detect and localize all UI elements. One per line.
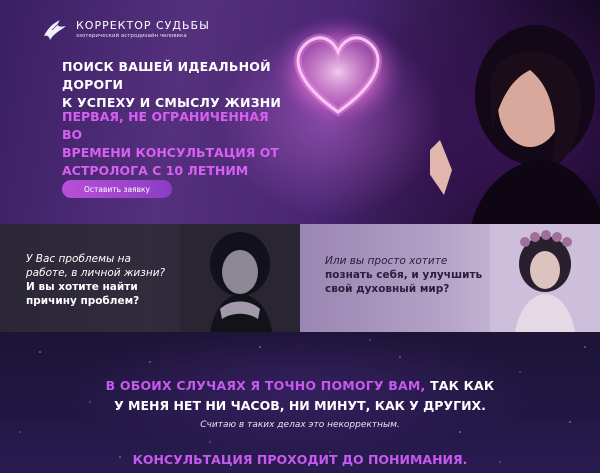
consultation-until-understanding: КОНСУЛЬТАЦИЯ ПРОХОДИТ ДО ПОНИМАНИЯ. <box>132 452 468 467</box>
hero-offer-line1: ПЕРВАЯ, НЕ ОГРАНИЧЕННАЯ ВО <box>62 109 269 142</box>
glowing-heart-icon <box>270 14 406 130</box>
panel-problems-bold1: И вы хотите найти <box>26 281 138 293</box>
guarantee-section: В ОБОИХ СЛУЧАЯХ Я ТОЧНО ПОМОГУ ВАМ, ТАК … <box>0 332 600 473</box>
guarantee-line1: В ОБОИХ СЛУЧАЯХ Я ТОЧНО ПОМОГУ ВАМ, ТАК … <box>0 378 600 393</box>
panel-problems-line2: работе, в личной жизни? <box>26 267 166 279</box>
logo-title: КОРРЕКТОР СУДЬБЫ <box>76 19 210 32</box>
hero-offer-line2: ВРЕМЕНИ КОНСУЛЬТАЦИЯ ОТ <box>62 145 279 160</box>
logo-subtitle: эзотерический астродизайн человека <box>76 33 187 39</box>
flower-crown-woman-image <box>490 224 600 332</box>
panel-problems: У Вас проблемы на работе, в личной жизни… <box>0 224 300 332</box>
panel-self-knowledge-bold1: познать себя, и улучшить <box>325 269 483 281</box>
hero-headline-line1: ПОИСК ВАШЕЙ ИДЕАЛЬНОЙ ДОРОГИ <box>62 59 271 92</box>
panel-self-knowledge-bold2: свой духовный мир? <box>325 283 450 295</box>
guarantee-line1-rest: ТАК КАК <box>425 378 495 393</box>
panel-problems-bold2: причину проблем? <box>26 295 140 307</box>
guarantee-line3: Считаю в таких делах это некорректным. <box>200 420 400 430</box>
submit-request-button[interactable]: Оставить заявку <box>62 180 172 198</box>
panel-self-knowledge-line1: Или вы просто хотите <box>325 255 448 267</box>
panel-problems-line1: У Вас проблемы на <box>26 253 131 265</box>
panel-self-knowledge: Или вы просто хотите познать себя, и улу… <box>300 224 600 332</box>
panel-self-knowledge-text: Или вы просто хотите познать себя, и улу… <box>325 254 495 296</box>
panel-problems-text: У Вас проблемы на работе, в личной жизни… <box>26 252 186 308</box>
site-logo[interactable]: КОРРЕКТОР СУДЬБЫ эзотерический астродиза… <box>40 14 210 44</box>
hero-section: КОРРЕКТОР СУДЬБЫ эзотерический астродиза… <box>0 0 600 224</box>
woman-portrait-image <box>430 25 600 224</box>
guarantee-line1-highlight: В ОБОИХ СЛУЧАЯХ Я ТОЧНО ПОМОГУ ВАМ, <box>105 378 426 393</box>
bird-logo-icon <box>44 20 66 40</box>
hero-headline: ПОИСК ВАШЕЙ ИДЕАЛЬНОЙ ДОРОГИ К УСПЕХУ И … <box>62 58 282 112</box>
guarantee-line2: У МЕНЯ НЕТ НИ ЧАСОВ, НИ МИНУТ, КАК У ДРУ… <box>114 398 486 413</box>
sad-woman-image <box>180 224 300 332</box>
problem-panels: У Вас проблемы на работе, в личной жизни… <box>0 224 600 332</box>
